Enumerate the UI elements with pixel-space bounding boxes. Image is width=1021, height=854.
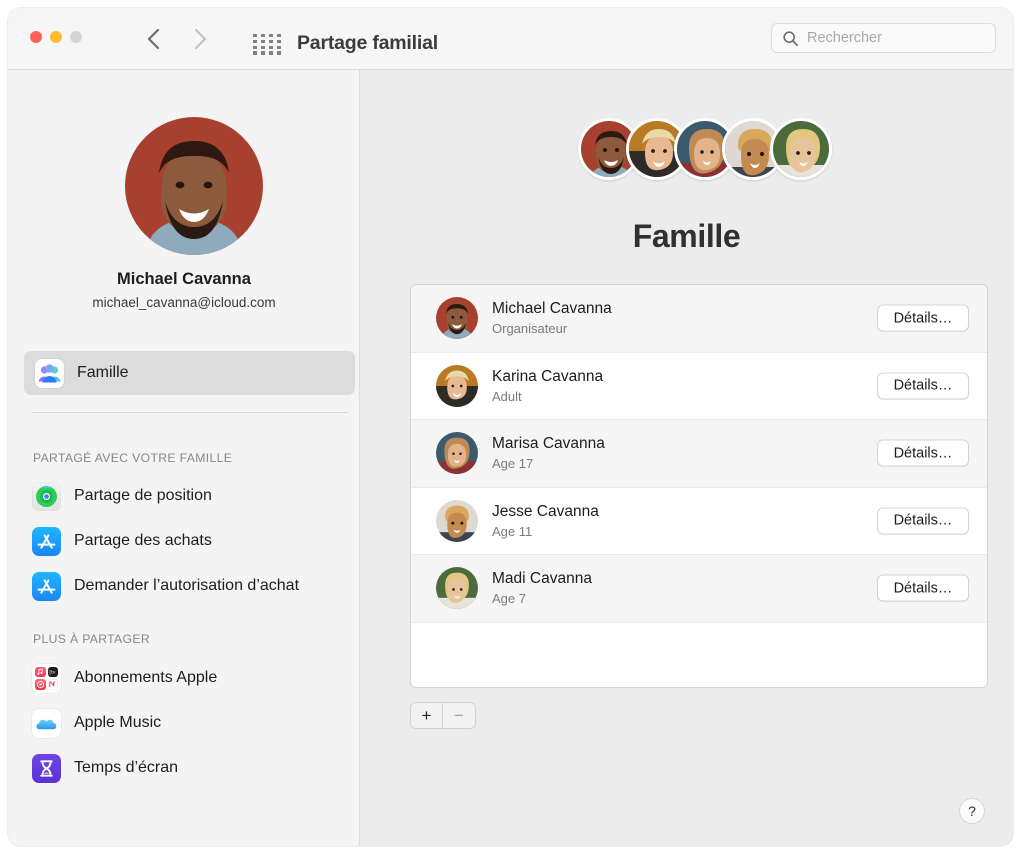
main-panel: Famille Michael Cavanna Organisateur Dét… <box>360 70 1013 846</box>
remove-member-button[interactable]: − <box>443 703 475 728</box>
apple-tv-tile-icon: tv <box>47 666 58 677</box>
sidebar-item-partage-des-achats[interactable]: Partage des achats <box>32 524 352 558</box>
member-avatar <box>436 297 478 340</box>
apple-subscriptions-icon: tv <box>32 663 61 693</box>
member-name: Madi Cavanna <box>492 570 592 588</box>
find-my-icon <box>32 481 61 511</box>
sidebar-item-label: Temps d’écran <box>74 759 179 776</box>
sidebar-item-label: Partage des achats <box>74 532 212 549</box>
family-avatar-cluster <box>578 118 832 180</box>
svg-text:tv: tv <box>48 670 55 675</box>
member-role: Age 17 <box>492 456 534 472</box>
cluster-avatar-madi <box>770 118 832 180</box>
apple-arcade-tile-icon <box>35 679 46 690</box>
help-button[interactable]: ? <box>959 798 985 824</box>
search-field[interactable]: Rechercher <box>771 23 996 53</box>
back-icon[interactable] <box>143 25 165 53</box>
app-store-icon <box>32 526 61 556</box>
window-title: Partage familial <box>297 32 438 54</box>
sidebar-item-label: Apple Music <box>74 714 162 731</box>
member-avatar <box>436 432 478 475</box>
sidebar-item-apple-music[interactable]: Apple Music <box>32 706 352 740</box>
system-preferences-window: Partage familial Rechercher Michael Cava… <box>8 8 1013 846</box>
search-icon <box>783 31 798 46</box>
close-button[interactable] <box>30 31 42 43</box>
member-name: Michael Cavanna <box>492 300 612 318</box>
apple-music-tile-icon <box>35 666 46 677</box>
add-remove-segmented-control: + − <box>410 702 476 729</box>
sidebar-item-temps-decran[interactable]: Temps d’écran <box>32 751 352 785</box>
account-avatar <box>125 117 263 255</box>
sidebar-item-partage-de-position[interactable]: Partage de position <box>32 479 352 513</box>
sidebar-group-header-more: PLUS À PARTAGER <box>33 632 151 646</box>
minimize-button[interactable] <box>50 31 62 43</box>
table-row[interactable]: Marisa Cavanna Age 17 Détails… <box>411 420 987 488</box>
sidebar: Michael Cavanna michael_cavanna@icloud.c… <box>8 70 360 846</box>
member-role: Age 11 <box>492 523 533 539</box>
details-button[interactable]: Détails… <box>877 304 969 332</box>
sidebar-item-famille[interactable]: Famille <box>24 351 355 395</box>
sidebar-group-header-shared: PARTAGÉ AVEC VOTRE FAMILLE <box>33 451 233 465</box>
sidebar-item-label: Famille <box>77 364 129 381</box>
sidebar-item-label: Abonnements Apple <box>74 669 218 686</box>
table-row[interactable]: Michael Cavanna Organisateur Détails… <box>411 285 987 353</box>
sidebar-item-abonnements-apple[interactable]: tv Abonnements Apple <box>32 661 352 695</box>
sidebar-item-label: Partage de position <box>74 487 212 504</box>
search-placeholder: Rechercher <box>807 30 882 46</box>
family-people-icon <box>35 358 64 388</box>
zoom-button[interactable] <box>70 31 82 43</box>
window-controls <box>30 31 82 43</box>
table-row[interactable]: Karina Cavanna Adult Détails… <box>411 353 987 420</box>
table-row[interactable]: Jesse Cavanna Age 11 Détails… <box>411 488 987 555</box>
add-member-button[interactable]: + <box>411 703 443 728</box>
details-button[interactable]: Détails… <box>877 439 969 467</box>
table-row[interactable]: Madi Cavanna Age 7 Détails… <box>411 555 987 623</box>
family-members-list: Michael Cavanna Organisateur Détails… Ka… <box>410 284 988 688</box>
forward-icon[interactable] <box>189 25 211 53</box>
member-role: Age 7 <box>492 591 526 607</box>
member-role: Adult <box>492 388 522 404</box>
apple-news-tile-icon <box>47 679 58 690</box>
page-title: Famille <box>632 218 741 254</box>
details-button[interactable]: Détails… <box>877 372 969 400</box>
member-avatar <box>436 499 478 542</box>
details-button[interactable]: Détails… <box>877 507 969 535</box>
details-button[interactable]: Détails… <box>877 574 969 602</box>
member-name: Marisa Cavanna <box>492 435 605 453</box>
member-avatar <box>436 364 478 407</box>
app-store-icon <box>32 571 61 601</box>
sidebar-divider <box>32 412 348 413</box>
account-email: michael_cavanna@icloud.com <box>92 295 276 310</box>
member-avatar <box>436 567 478 610</box>
sidebar-item-demander-autorisation-achat[interactable]: Demander l’autorisation d’achat <box>32 569 352 603</box>
member-role: Organisateur <box>492 321 568 337</box>
member-name: Jesse Cavanna <box>492 502 599 520</box>
apple-music-cloud-icon <box>32 708 61 738</box>
account-name: Michael Cavanna <box>117 270 251 288</box>
screen-time-icon <box>32 753 61 783</box>
member-name: Karina Cavanna <box>492 367 604 385</box>
toolbar: Partage familial Rechercher <box>8 8 1013 70</box>
sidebar-item-label: Demander l’autorisation d’achat <box>74 577 300 594</box>
show-all-grid-icon[interactable] <box>253 34 283 55</box>
navigation-arrows <box>143 25 211 53</box>
